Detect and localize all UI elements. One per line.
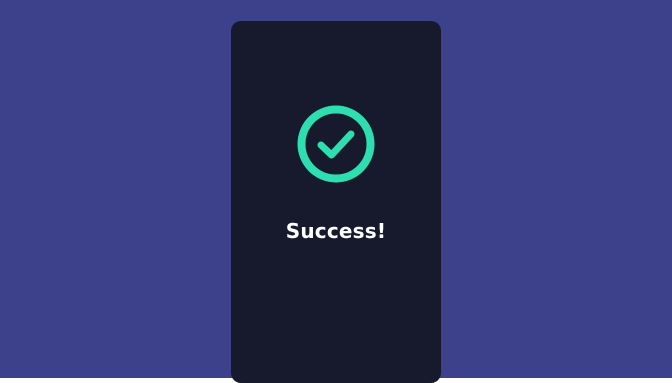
check-circle-ring: [297, 105, 375, 183]
check-mark: [317, 130, 355, 159]
check-circle-icon: [297, 105, 375, 183]
success-message: Success!: [285, 219, 387, 243]
success-card: Success!: [231, 21, 441, 383]
background: Success!: [0, 0, 672, 383]
